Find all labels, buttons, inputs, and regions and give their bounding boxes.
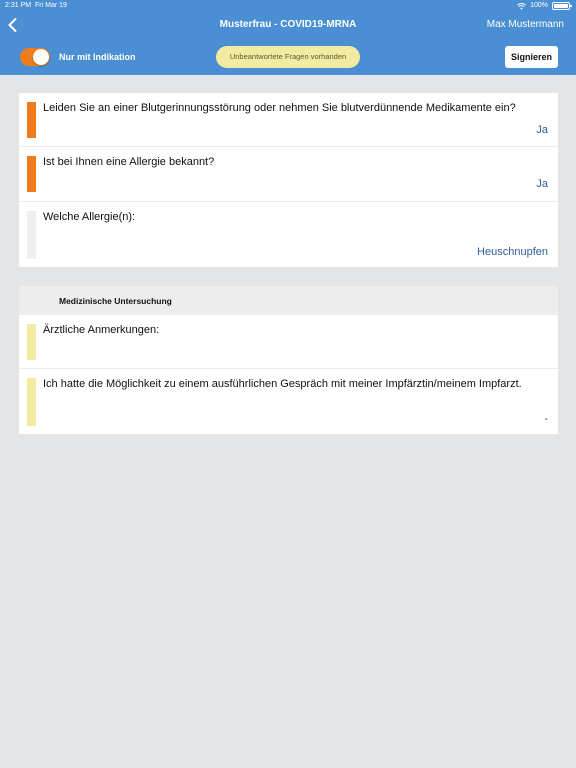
indication-toggle[interactable] bbox=[20, 48, 50, 66]
wifi-icon bbox=[517, 2, 527, 10]
status-bar-gray bbox=[27, 211, 36, 259]
status-bar-yellow bbox=[27, 378, 36, 426]
status-bar: 2:31 PM Fri Mar 19 100% bbox=[0, 0, 576, 12]
question-row[interactable]: Ich hatte die Möglichkeit zu einem ausfü… bbox=[19, 369, 558, 435]
examination-card: Medizinische Untersuchung Ärztliche Anme… bbox=[19, 286, 558, 434]
status-right: 100% bbox=[517, 0, 572, 12]
question-answer: Ja bbox=[536, 124, 548, 136]
question-answer: - bbox=[544, 413, 548, 425]
question-text: Leiden Sie an einer Blutgerinnungsstörun… bbox=[43, 102, 516, 114]
question-text: Ärztliche Anmerkungen: bbox=[43, 324, 160, 336]
question-text: Welche Allergie(n): bbox=[43, 211, 136, 223]
question-text: Ich hatte die Möglichkeit zu einem ausfü… bbox=[43, 378, 522, 390]
question-row[interactable]: Ist bei Ihnen eine Allergie bekannt? Ja bbox=[19, 147, 558, 202]
section-header: Medizinische Untersuchung bbox=[19, 286, 558, 315]
unanswered-warning-badge: Unbeantwortete Fragen vorhanden bbox=[216, 46, 360, 68]
toggle-knob bbox=[33, 49, 49, 65]
status-bar-yellow bbox=[27, 324, 36, 360]
battery-percent: 100% bbox=[530, 2, 548, 9]
questions-card: Leiden Sie an einer Blutgerinnungsstörun… bbox=[19, 93, 558, 267]
app-header: 2:31 PM Fri Mar 19 100% Musterfrau - COV… bbox=[0, 0, 576, 75]
section-title: Medizinische Untersuchung bbox=[59, 296, 172, 306]
status-bar-orange bbox=[27, 102, 36, 138]
question-text: Ist bei Ihnen eine Allergie bekannt? bbox=[43, 156, 215, 168]
status-bar-orange bbox=[27, 156, 36, 192]
question-answer: Ja bbox=[536, 178, 548, 190]
user-name[interactable]: Max Mustermann bbox=[487, 19, 564, 30]
question-row[interactable]: Ärztliche Anmerkungen: bbox=[19, 315, 558, 369]
battery-icon bbox=[552, 2, 572, 10]
question-answer: Heuschnupfen bbox=[477, 246, 548, 258]
status-date: Fri Mar 19 bbox=[35, 2, 67, 9]
question-row[interactable]: Welche Allergie(n): Heuschnupfen bbox=[19, 202, 558, 268]
sign-button[interactable]: Signieren bbox=[505, 46, 558, 68]
question-row[interactable]: Leiden Sie an einer Blutgerinnungsstörun… bbox=[19, 93, 558, 147]
toggle-label: Nur mit Indikation bbox=[59, 52, 136, 62]
status-time: 2:31 PM bbox=[5, 2, 32, 9]
